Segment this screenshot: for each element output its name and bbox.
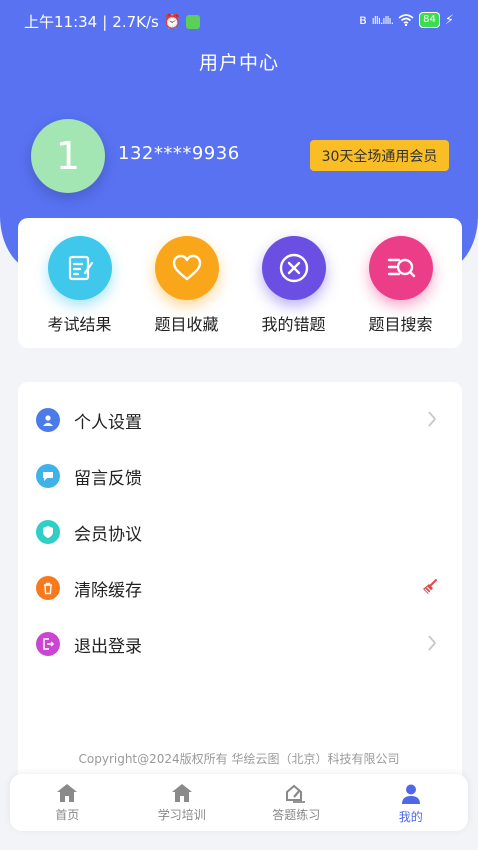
membership-badge[interactable]: 30天全场通用会员	[310, 140, 449, 171]
menu-item-label: 清除缓存	[74, 580, 142, 601]
menu-item-personal-settings[interactable]: 个人设置	[36, 400, 462, 440]
home-icon	[171, 784, 192, 802]
alarm-icon: ⏰	[163, 13, 182, 30]
wifi-icon	[398, 14, 414, 26]
user-icon	[36, 408, 60, 432]
settings-menu: 个人设置 留言反馈 会员协议 清除缓存 退出登录	[18, 382, 462, 792]
question-search-button[interactable]: 题目搜索	[351, 218, 451, 348]
tab-training[interactable]: 学习培训	[125, 774, 240, 831]
question-favorites-label: 题目收藏	[154, 315, 219, 334]
question-search-label: 题目搜索	[368, 315, 433, 334]
user-phone: 132****9936	[118, 143, 240, 164]
wrong-questions-label: 我的错题	[261, 315, 326, 334]
pen-practice-icon	[286, 784, 306, 803]
shield-icon	[36, 520, 60, 544]
close-circle-icon	[261, 236, 326, 300]
tab-home[interactable]: 首页	[10, 774, 125, 831]
menu-item-logout[interactable]: 退出登录	[36, 624, 462, 664]
exam-results-button[interactable]: 考试结果	[30, 218, 130, 348]
edit-note-icon	[47, 236, 112, 300]
tab-mine[interactable]: 我的	[354, 774, 469, 831]
logout-icon	[36, 632, 60, 656]
avatar[interactable]: 1	[31, 119, 105, 193]
chevron-right-icon	[428, 635, 437, 651]
menu-item-member-agreement[interactable]: 会员协议	[36, 512, 462, 552]
chat-icon	[36, 464, 60, 488]
tab-practice[interactable]: 答题练习	[239, 774, 354, 831]
status-time: 上午11:34	[24, 13, 98, 31]
page-title: 用户中心	[198, 52, 279, 74]
signal-icon: ıllı.ıllı.	[371, 13, 394, 27]
menu-item-label: 会员协议	[74, 524, 142, 545]
status-bar: 上午11:34 | 2.7K/s ⏰ ʙ ıllı.ıllı. 84 ⚡	[24, 12, 454, 31]
network-speed: 2.7K/s	[112, 12, 159, 31]
tab-label: 首页	[55, 808, 80, 822]
tab-label: 我的	[398, 810, 423, 824]
copyright-text: Copyright@2024版权所有 华绘云图（北京）科技有限公司	[78, 752, 400, 766]
home-icon	[57, 784, 78, 802]
bluetooth-icon: ʙ	[359, 12, 367, 28]
menu-item-feedback[interactable]: 留言反馈	[36, 456, 462, 496]
heart-icon	[154, 236, 219, 300]
menu-item-clear-cache[interactable]: 清除缓存	[36, 568, 462, 608]
chevron-right-icon	[428, 411, 437, 427]
person-icon	[401, 784, 420, 804]
battery-icon: 84	[419, 12, 440, 28]
quick-actions-card: 考试结果 题目收藏 我的错题 题目搜索	[18, 218, 462, 348]
question-favorites-button[interactable]: 题目收藏	[137, 218, 237, 348]
menu-item-label: 留言反馈	[74, 468, 142, 489]
broom-icon	[423, 579, 437, 594]
app-notification-icon	[186, 14, 201, 29]
bottom-tab-bar: 首页 学习培训 答题练习 我的	[10, 774, 468, 831]
menu-item-label: 退出登录	[74, 636, 142, 657]
menu-item-label: 个人设置	[74, 412, 142, 433]
charging-icon: ⚡	[444, 12, 454, 28]
list-search-icon	[368, 236, 433, 300]
wrong-questions-button[interactable]: 我的错题	[244, 218, 344, 348]
tab-label: 学习培训	[157, 808, 206, 822]
trash-icon	[36, 576, 60, 600]
exam-results-label: 考试结果	[47, 315, 112, 334]
tab-label: 答题练习	[272, 808, 321, 822]
